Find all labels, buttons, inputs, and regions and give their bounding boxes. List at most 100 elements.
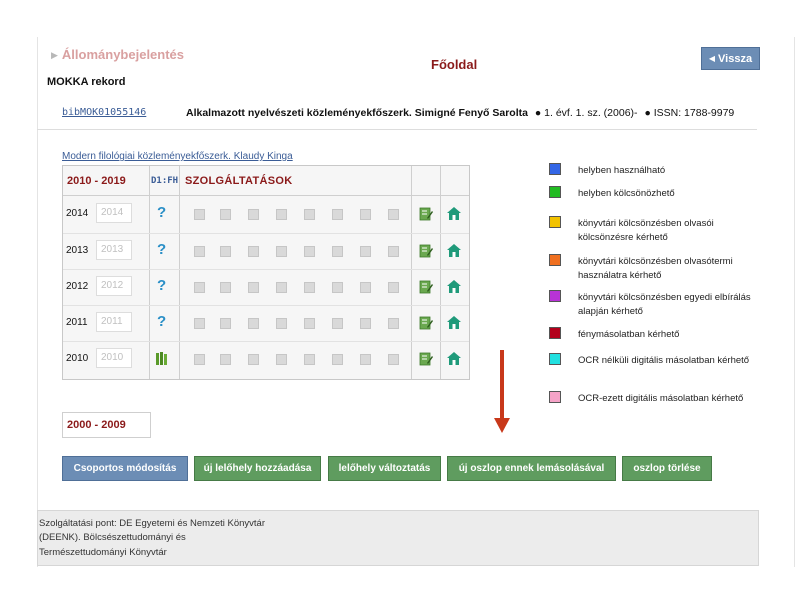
triangle-left-icon: ◀ [708, 54, 716, 63]
service-checkbox[interactable] [388, 209, 399, 220]
arrow-down-icon [494, 350, 510, 433]
service-checkbox[interactable] [220, 318, 231, 329]
service-checkbox[interactable] [304, 354, 315, 365]
breadcrumb-separator-icon: ▶ [51, 50, 58, 60]
service-checkbox[interactable] [360, 209, 371, 220]
legend-swatch [549, 254, 561, 266]
record-title: MOKKA rekord [47, 76, 126, 88]
service-checkbox[interactable] [388, 282, 399, 293]
edit-icon[interactable] [419, 207, 433, 221]
legend-swatch [549, 186, 561, 198]
bullet-icon: ● [644, 107, 651, 119]
service-checkbox[interactable] [304, 318, 315, 329]
grid-row: 2013 2013? [63, 233, 469, 269]
service-checkbox[interactable] [388, 354, 399, 365]
service-checkbox[interactable] [220, 246, 231, 257]
change-location-button[interactable]: lelőhely változtatás [328, 456, 441, 481]
service-checkbox[interactable] [276, 209, 287, 220]
row-year: 2013 [66, 245, 89, 256]
year-input[interactable]: 2011 [96, 312, 132, 332]
footer-line: Természettudományi Könyvtár [39, 547, 167, 558]
row-year: 2010 [66, 353, 89, 364]
service-checkbox[interactable] [304, 282, 315, 293]
home-icon[interactable] [447, 280, 461, 294]
home-icon[interactable] [447, 244, 461, 258]
service-checkbox[interactable] [248, 209, 259, 220]
service-checkbox[interactable] [220, 354, 231, 365]
row-year: 2014 [66, 208, 89, 219]
service-checkbox[interactable] [332, 282, 343, 293]
year-input[interactable]: 2012 [96, 276, 132, 296]
edit-icon[interactable] [419, 352, 433, 366]
breadcrumb-home-link[interactable]: Főoldal [431, 57, 477, 72]
service-checkbox[interactable] [360, 354, 371, 365]
service-checkbox[interactable] [332, 354, 343, 365]
service-checkbox[interactable] [220, 282, 231, 293]
copy-column-button[interactable]: új oszlop ennek lemásolásával [447, 456, 616, 481]
legend-label: OCR-ezett digitális másolatban kérhető [578, 393, 744, 404]
breadcrumb: Főoldal ▶ Állománybejelentés [47, 47, 477, 72]
service-checkbox[interactable] [332, 209, 343, 220]
legend-swatch [549, 216, 561, 228]
edit-icon[interactable] [419, 316, 433, 330]
legend-label: helyben kölcsönözhető [578, 188, 675, 199]
service-checkbox[interactable] [304, 246, 315, 257]
service-checkbox[interactable] [248, 354, 259, 365]
service-checkbox[interactable] [388, 246, 399, 257]
service-checkbox[interactable] [276, 354, 287, 365]
service-checkbox[interactable] [304, 209, 315, 220]
service-checkbox[interactable] [360, 318, 371, 329]
year-input[interactable]: 2014 [96, 203, 132, 223]
question-mark-icon[interactable]: ? [157, 277, 166, 294]
record-id-link[interactable]: bibMOK01055146 [62, 107, 146, 118]
service-checkbox[interactable] [248, 282, 259, 293]
decade-label[interactable]: 2010 - 2019 [67, 175, 126, 187]
related-journal-link[interactable]: Modern filológiai közleményekfőszerk. Kl… [62, 151, 293, 162]
service-checkbox[interactable] [332, 318, 343, 329]
service-checkbox[interactable] [194, 318, 205, 329]
service-checkbox[interactable] [276, 318, 287, 329]
home-icon[interactable] [447, 352, 461, 366]
back-button-label: Vissza [718, 52, 753, 65]
d1-label[interactable]: D1:FH [151, 176, 178, 186]
row-year: 2012 [66, 281, 89, 292]
service-checkbox[interactable] [194, 209, 205, 220]
question-mark-icon[interactable]: ? [157, 241, 166, 258]
row-year: 2011 [66, 317, 88, 328]
add-location-button[interactable]: új lelőhely hozzáadása [194, 456, 321, 481]
edit-icon[interactable] [419, 280, 433, 294]
legend-label: helyben használható [578, 165, 666, 176]
decade-2000-label[interactable]: 2000 - 2009 [62, 412, 151, 438]
service-checkbox[interactable] [194, 282, 205, 293]
grid-row: 2010 2010 [63, 341, 469, 377]
delete-column-button[interactable]: oszlop törlése [622, 456, 712, 481]
service-checkbox[interactable] [194, 354, 205, 365]
legend-label: könyvtári kölcsönzésben olvasói kölcsönz… [578, 218, 714, 243]
service-checkbox[interactable] [388, 318, 399, 329]
service-checkbox[interactable] [360, 282, 371, 293]
home-icon[interactable] [447, 316, 461, 330]
service-checkbox[interactable] [248, 246, 259, 257]
bullet-icon: ● [534, 107, 542, 119]
question-mark-icon[interactable]: ? [157, 204, 166, 221]
legend-swatch [549, 290, 561, 302]
service-checkbox[interactable] [248, 318, 259, 329]
question-mark-icon[interactable]: ? [157, 313, 166, 330]
service-checkbox[interactable] [360, 246, 371, 257]
service-checkbox[interactable] [220, 209, 231, 220]
service-checkbox[interactable] [332, 246, 343, 257]
service-checkbox[interactable] [194, 246, 205, 257]
books-icon[interactable] [156, 352, 169, 365]
record-issn: ISSN: 1788-9979 [653, 107, 735, 119]
legend-swatch [549, 353, 561, 365]
year-input[interactable]: 2013 [96, 240, 132, 260]
bulk-edit-button[interactable]: Csoportos módosítás [62, 456, 188, 481]
home-icon[interactable] [447, 207, 461, 221]
back-button[interactable]: ◀ Vissza [701, 47, 760, 70]
service-checkbox[interactable] [276, 246, 287, 257]
grid-header: 2010 - 2019 D1:FH SZOLGÁLTATÁSOK [63, 166, 469, 196]
year-input[interactable]: 2010 [96, 348, 132, 368]
legend-label: fénymásolatban kérhető [578, 329, 680, 340]
edit-icon[interactable] [419, 244, 433, 258]
service-checkbox[interactable] [276, 282, 287, 293]
